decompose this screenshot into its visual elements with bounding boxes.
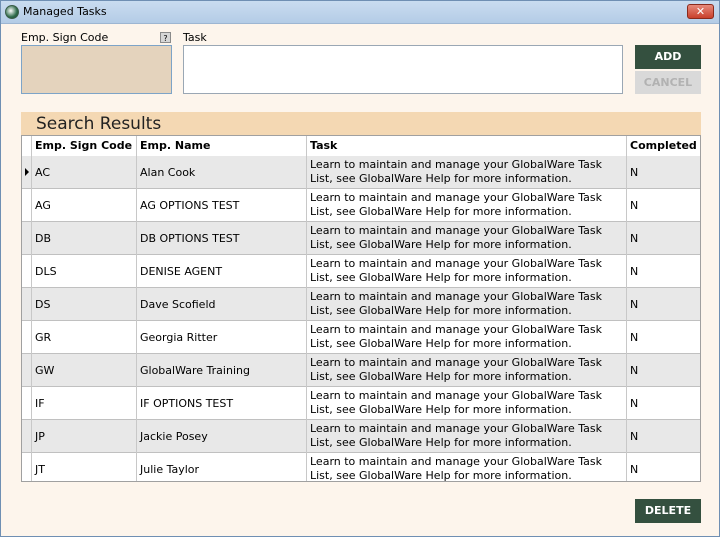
cell-emp-name[interactable]: Georgia Ritter [137,321,307,354]
row-selector-header [22,136,32,156]
search-results-header: Search Results [21,112,701,135]
cell-emp-sign-code[interactable]: DLS [32,255,137,288]
cell-emp-name[interactable]: Julie Taylor [137,453,307,481]
cell-emp-name[interactable]: Alan Cook [137,156,307,189]
cell-task[interactable]: Learn to maintain and manage your Global… [307,222,627,255]
table-row[interactable]: JT Julie Taylor Learn to maintain and mana… [22,453,700,481]
table-row[interactable]: DLS DENISE AGENT Learn to maintain and man… [22,255,700,288]
title-bar: Managed Tasks ✕ [1,1,719,24]
table-row[interactable]: AC Alan Cook Learn to maintain and manage … [22,156,700,189]
cell-task[interactable]: Learn to maintain and manage your Global… [307,420,627,453]
grid-rows: AC Alan Cook Learn to maintain and manage … [22,156,700,481]
emp-sign-code-field[interactable] [21,45,172,94]
table-row[interactable]: GR Georgia Ritter Learn to maintain and ma… [22,321,700,354]
cell-task[interactable]: Learn to maintain and manage your Global… [307,321,627,354]
cell-emp-name[interactable]: DENISE AGENT [137,255,307,288]
cell-task[interactable]: Learn to maintain and manage your Global… [307,189,627,222]
managed-tasks-window: Managed Tasks ✕ Emp. Sign Code ? Task AD… [0,0,720,537]
table-row[interactable]: JP Jackie Posey Learn to maintain and mana… [22,420,700,453]
cell-emp-sign-code[interactable]: GR [32,321,137,354]
delete-button[interactable]: DELETE [635,499,701,523]
row-selector[interactable] [22,321,32,354]
cell-completed[interactable]: N [627,420,700,453]
cell-emp-name[interactable]: GlobalWare Training [137,354,307,387]
row-selector[interactable] [22,453,32,481]
table-row[interactable]: IF IF OPTIONS TEST Learn to maintain and m… [22,387,700,420]
cell-task[interactable]: Learn to maintain and manage your Global… [307,288,627,321]
cell-completed[interactable]: N [627,354,700,387]
help-icon[interactable]: ? [160,32,171,43]
cell-task[interactable]: Learn to maintain and manage your Global… [307,387,627,420]
cell-completed[interactable]: N [627,321,700,354]
cell-completed[interactable]: N [627,156,700,189]
cancel-button[interactable]: CANCEL [635,71,701,94]
task-label: Task [183,31,207,44]
row-selector[interactable] [22,354,32,387]
cell-emp-name[interactable]: AG OPTIONS TEST [137,189,307,222]
column-header-task[interactable]: Task [307,136,627,156]
cell-completed[interactable]: N [627,288,700,321]
column-header-emp-name[interactable]: Emp. Name [137,136,307,156]
row-selector[interactable] [22,189,32,222]
cell-task[interactable]: Learn to maintain and manage your Global… [307,156,627,189]
cell-emp-name[interactable]: IF OPTIONS TEST [137,387,307,420]
row-selector[interactable] [22,156,32,189]
cell-completed[interactable]: N [627,255,700,288]
cell-emp-sign-code[interactable]: JP [32,420,137,453]
cell-task[interactable]: Learn to maintain and manage your Global… [307,255,627,288]
window-title: Managed Tasks [23,5,107,18]
app-globe-icon [5,5,19,19]
results-grid[interactable]: Emp. Sign Code Emp. Name Task Completed … [21,135,701,482]
task-field[interactable] [183,45,623,94]
cell-emp-sign-code[interactable]: AG [32,189,137,222]
emp-sign-code-label: Emp. Sign Code [21,31,109,44]
row-selector[interactable] [22,387,32,420]
close-button[interactable]: ✕ [687,4,714,19]
table-row[interactable]: GW GlobalWare Training Learn to maintain a… [22,354,700,387]
cell-emp-name[interactable]: Dave Scofield [137,288,307,321]
row-selector[interactable] [22,420,32,453]
cell-emp-sign-code[interactable]: IF [32,387,137,420]
add-button[interactable]: ADD [635,45,701,69]
cell-task[interactable]: Learn to maintain and manage your Global… [307,354,627,387]
cell-emp-sign-code[interactable]: DS [32,288,137,321]
cell-emp-sign-code[interactable]: JT [32,453,137,481]
table-row[interactable]: DB DB OPTIONS TEST Learn to maintain and m… [22,222,700,255]
cell-completed[interactable]: N [627,189,700,222]
cell-completed[interactable]: N [627,387,700,420]
row-selector[interactable] [22,288,32,321]
search-results-title: Search Results [36,114,162,134]
cell-emp-name[interactable]: Jackie Posey [137,420,307,453]
grid-header: Emp. Sign Code Emp. Name Task Completed [22,136,700,157]
cell-emp-name[interactable]: DB OPTIONS TEST [137,222,307,255]
row-selector[interactable] [22,255,32,288]
table-row[interactable]: DS Dave Scofield Learn to maintain and man… [22,288,700,321]
cell-completed[interactable]: N [627,453,700,481]
cell-emp-sign-code[interactable]: AC [32,156,137,189]
cell-completed[interactable]: N [627,222,700,255]
current-row-arrow-icon [25,168,29,176]
row-selector[interactable] [22,222,32,255]
column-header-emp-sign-code[interactable]: Emp. Sign Code [32,136,137,156]
column-header-completed[interactable]: Completed [627,136,700,156]
table-row[interactable]: AG AG OPTIONS TEST Learn to maintain and m… [22,189,700,222]
cell-emp-sign-code[interactable]: GW [32,354,137,387]
cell-task[interactable]: Learn to maintain and manage your Global… [307,453,627,481]
cell-emp-sign-code[interactable]: DB [32,222,137,255]
